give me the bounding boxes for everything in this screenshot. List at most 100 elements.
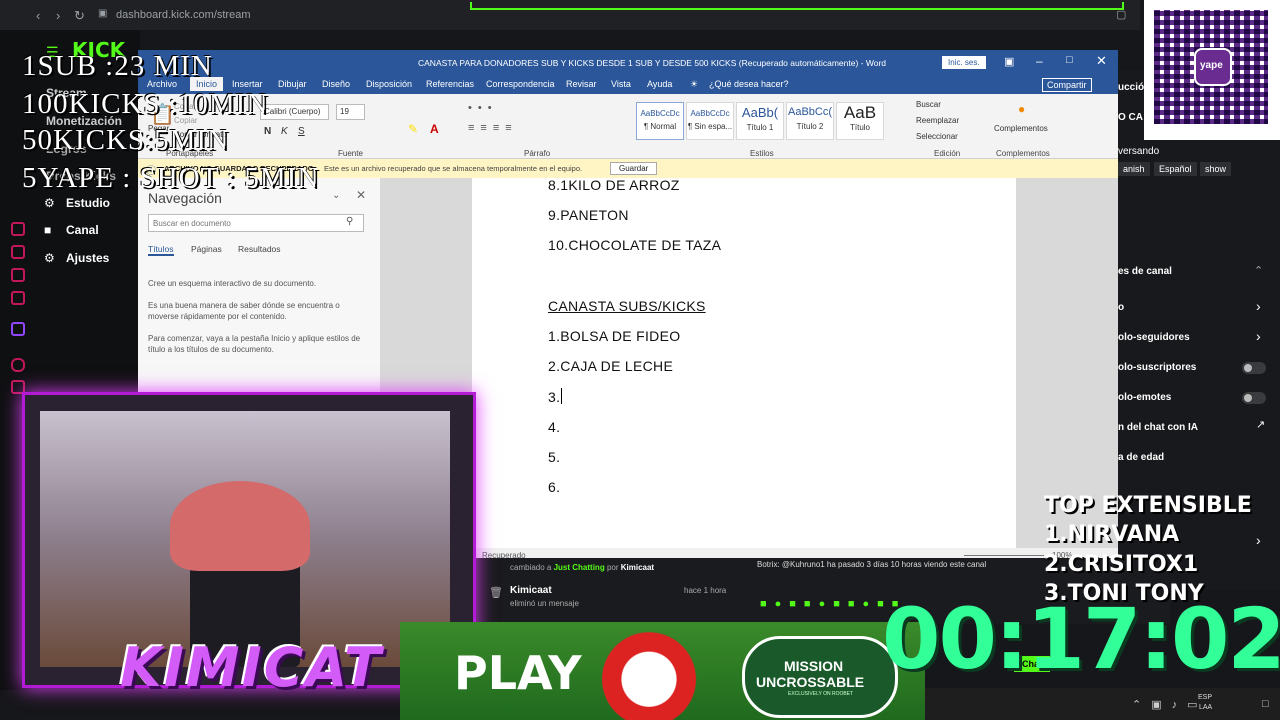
app-icon[interactable] — [11, 268, 25, 282]
notifications-icon[interactable]: □ — [1262, 698, 1269, 710]
chevron-right-icon[interactable]: › — [1256, 298, 1261, 314]
app-icon[interactable] — [11, 358, 25, 372]
replace-button[interactable]: Reemplazar — [916, 116, 959, 125]
save-button[interactable]: Guardar — [610, 162, 658, 175]
forward-icon[interactable]: › — [56, 8, 60, 23]
maximize-icon[interactable]: □ — [1066, 54, 1073, 66]
underline-button[interactable]: S — [298, 126, 305, 137]
app-icon[interactable] — [11, 245, 25, 259]
tab-headings[interactable]: Títulos — [148, 244, 174, 256]
tell-me-search[interactable]: ¿Qué desea hacer? — [709, 79, 789, 89]
nav-help-text-1: Cree un esquema interactivo de su docume… — [148, 279, 317, 288]
banner-play: PLAY — [454, 646, 582, 700]
tray-icons[interactable]: ⌃▣♪▭ — [1132, 698, 1208, 711]
close-pane-icon[interactable]: ✕ — [356, 188, 366, 202]
doc-list-item: 3. — [548, 389, 561, 405]
document-title: CANASTA PARA DONADORES SUB Y KICKS DESDE… — [418, 58, 886, 68]
tab-help[interactable]: Ayuda — [647, 79, 672, 89]
sidebar-item-settings[interactable]: Ajustes — [66, 251, 109, 265]
tab-pages[interactable]: Páginas — [191, 244, 222, 254]
toggle-subscribers-only[interactable] — [1242, 362, 1266, 374]
chevron-up-icon[interactable]: ⌃ — [1254, 264, 1263, 277]
chevron-down-icon[interactable]: ⌄ — [332, 190, 340, 201]
search-icon[interactable]: ⚲ — [346, 216, 353, 227]
address-bar[interactable]: dashboard.kick.com/stream — [116, 9, 251, 21]
word-titlebar: CANASTA PARA DONADORES SUB Y KICKS DESDE… — [138, 50, 1118, 76]
app-icon[interactable] — [11, 291, 25, 305]
share-button[interactable]: Compartir — [1042, 78, 1092, 92]
tab-references[interactable]: Referencias — [426, 79, 474, 89]
font-size-select[interactable]: 19 — [336, 104, 365, 120]
lang-chip[interactable]: anish — [1118, 162, 1150, 176]
tab-mailings[interactable]: Correspondencia — [486, 79, 555, 89]
snowman-image — [574, 618, 724, 720]
twitch-icon[interactable] — [11, 322, 25, 336]
sidebar-item-studio[interactable]: Estudio — [66, 196, 110, 210]
minimize-icon[interactable]: – — [1036, 54, 1043, 68]
ribbon-display-icon[interactable]: ▣ — [1004, 55, 1014, 68]
select-button[interactable]: Seleccionar — [916, 132, 958, 141]
setting-item[interactable]: n del chat con IA — [1118, 422, 1198, 433]
paragraph-group-label: Párrafo — [524, 149, 551, 158]
setting-item[interactable]: a de edad — [1118, 452, 1164, 463]
extension-icon[interactable]: ▢ — [1116, 8, 1126, 21]
nav-help-text-3: Para comenzar, vaya a la pestaña Inicio … — [148, 334, 361, 354]
keyboard-language[interactable]: ESP — [1198, 694, 1212, 701]
sidebar-item-channel[interactable]: Canal — [66, 223, 99, 237]
overlay-line: 50KICKS:5MIN — [22, 124, 229, 156]
app-icon[interactable] — [11, 222, 25, 236]
overlay-line: 5YAPE : SHOT : 5MIN — [22, 162, 320, 194]
chevron-right-icon[interactable]: › — [1256, 328, 1261, 344]
italic-button[interactable]: K — [281, 126, 288, 137]
font-name-select[interactable]: Calibri (Cuerpo) — [260, 104, 329, 120]
zoom-slider[interactable] — [964, 555, 1044, 556]
lightbulb-icon: ☀ — [690, 79, 699, 89]
chat-event-pre: cambiado a — [510, 563, 552, 572]
tab-layout[interactable]: Disposición — [366, 79, 412, 89]
reload-icon[interactable]: ↻ — [74, 8, 85, 24]
tab-design[interactable]: Diseño — [322, 79, 350, 89]
lang-chip[interactable]: show — [1200, 162, 1232, 176]
nav-search-input[interactable] — [148, 214, 364, 232]
font-color-icon[interactable]: A — [430, 122, 439, 136]
external-link-icon[interactable]: ↗ — [1256, 418, 1265, 431]
lang-chip[interactable]: Español — [1154, 162, 1197, 176]
category-link[interactable]: Just Chatting — [554, 563, 605, 572]
tab-results[interactable]: Resultados — [238, 244, 281, 254]
style-name: Título 2 — [796, 122, 824, 131]
style-normal[interactable]: AaBbCcDc ¶ Normal — [636, 102, 684, 140]
toggle-emotes-only[interactable] — [1242, 392, 1266, 404]
chat-event: cambiado a Just Chatting por Kimicaat — [510, 563, 654, 572]
signin-button[interactable]: Inic. ses. — [942, 56, 986, 69]
keyboard-region[interactable]: LAA — [1199, 704, 1212, 711]
find-button[interactable]: Buscar — [916, 100, 941, 109]
chevron-right-icon[interactable]: › — [1256, 532, 1261, 548]
list-icons[interactable]: ••• — [468, 102, 498, 114]
chat-event-by: por — [606, 563, 619, 572]
doc-list-item: 5. — [548, 449, 561, 465]
style-title[interactable]: AaB Título — [836, 102, 884, 140]
style-no-spacing[interactable]: AaBbCcDc ¶ Sin espa... — [686, 102, 734, 140]
back-icon[interactable]: ‹ — [36, 8, 40, 23]
tab-view[interactable]: Vista — [611, 79, 631, 89]
font-group-label: Fuente — [338, 149, 363, 158]
top-extensible-title: TOP EXTENSIBLE — [1044, 493, 1252, 518]
stream-preview-border — [470, 2, 1124, 10]
chat-username[interactable]: Kimicaat — [510, 585, 552, 596]
addins-button[interactable]: Complementos — [994, 124, 1048, 133]
highlight-icon[interactable]: ✎ — [408, 122, 418, 136]
tab-review[interactable]: Revisar — [566, 79, 597, 89]
qr-label: yape — [1200, 60, 1223, 71]
alignment-icons[interactable]: ≡≡≡≡ — [468, 122, 518, 134]
nav-help-text-2: Es una buena manera de saber dónde se en… — [148, 301, 340, 321]
close-icon[interactable]: ✕ — [1096, 53, 1107, 69]
style-heading1[interactable]: AaBb(Título 1 — [736, 102, 784, 140]
setting-item[interactable]: o — [1118, 302, 1124, 313]
style-heading2[interactable]: AaBbCc(Título 2 — [786, 102, 834, 140]
tab-draw[interactable]: Dibujar — [278, 79, 307, 89]
setting-item: olo-suscriptores — [1118, 362, 1197, 373]
bold-button[interactable]: N — [264, 126, 271, 137]
banner-uncrossable: UNCROSSABLE — [756, 674, 865, 690]
setting-item[interactable]: olo-seguidores — [1118, 332, 1190, 343]
style-name: Título 1 — [746, 123, 774, 132]
